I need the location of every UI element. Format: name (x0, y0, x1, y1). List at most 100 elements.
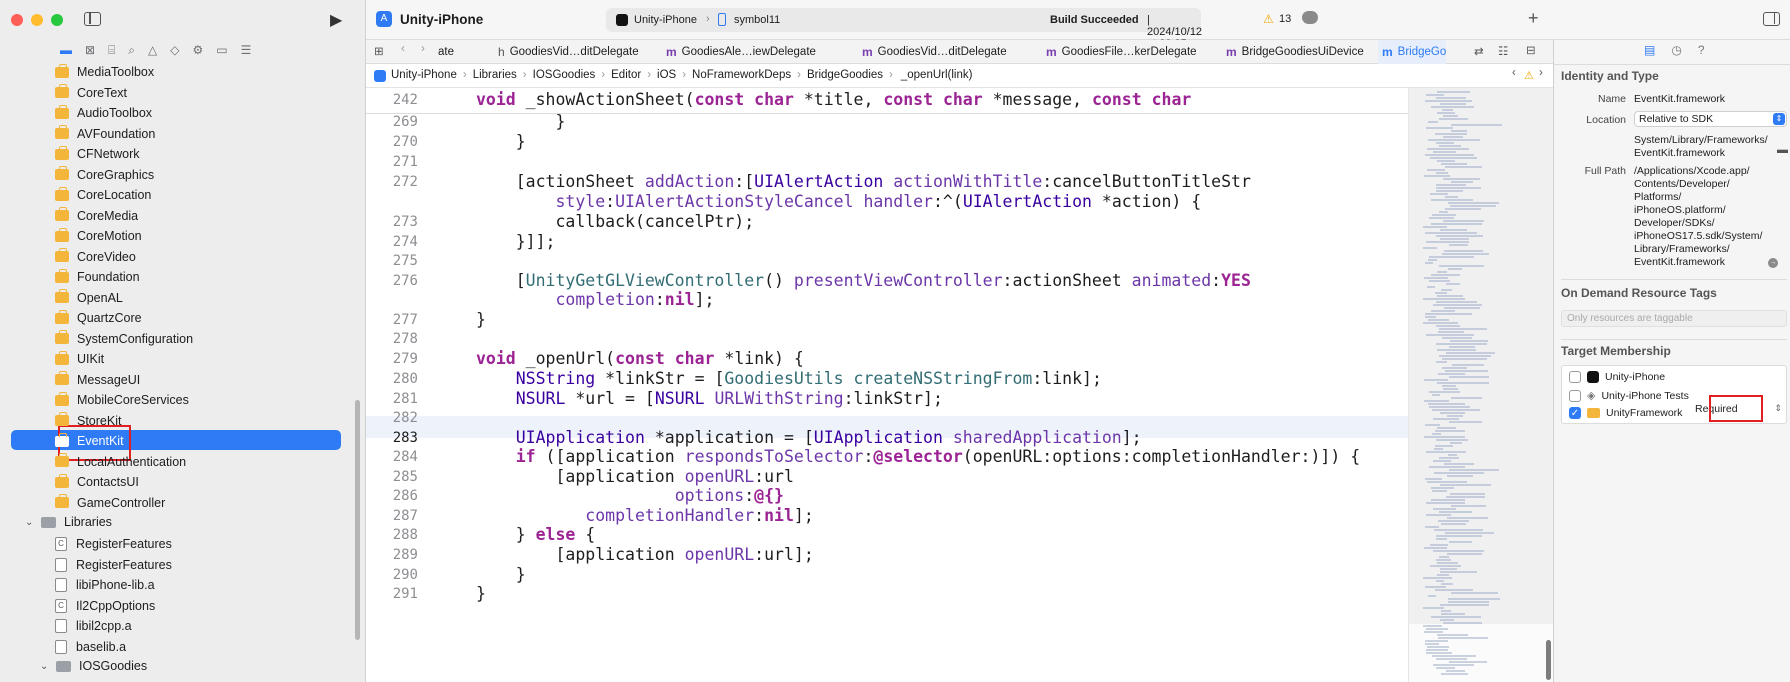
breadcrumb-item[interactable]: BridgeGoodies (807, 69, 883, 81)
chevron-down-icon[interactable]: ⌄ (40, 661, 52, 672)
editor-tab[interactable]: h GoodiesVid…ditDelegate (498, 40, 639, 64)
editor-tab[interactable]: m GoodiesVid…ditDelegate (862, 40, 1007, 64)
reveal-folder-icon[interactable]: ▬ (1777, 144, 1788, 156)
add-tab-icon[interactable]: + (1528, 8, 1539, 29)
framework-item[interactable]: CoreMedia (55, 206, 395, 226)
source-control-icon[interactable]: ⊠ (85, 43, 95, 59)
target-checkbox[interactable] (1569, 371, 1581, 383)
run-button[interactable]: ▶ (330, 10, 342, 30)
library-item[interactable]: libiPhone-lib.a (55, 575, 395, 595)
library-item[interactable]: baselib.a (55, 637, 395, 657)
target-selector[interactable]: Unity-iPhone (634, 14, 697, 26)
reveal-arrow-icon[interactable]: → (1768, 258, 1778, 268)
library-item[interactable]: C RegisterFeatures (55, 534, 395, 554)
group-iosgoodies[interactable]: ⌄ IOSGoodies (40, 656, 380, 676)
name-value[interactable]: EventKit.framework (1634, 93, 1725, 106)
close-window-button[interactable] (11, 14, 23, 26)
target-row[interactable]: Unity-iPhone (1569, 371, 1665, 383)
framework-item[interactable]: CoreText (55, 83, 395, 103)
code-line-272: [actionSheet addAction:[UIAlertAction ac… (476, 172, 1251, 191)
file-inspector-icon[interactable]: ▤ (1644, 43, 1655, 57)
framework-item[interactable]: AVFoundation (55, 124, 395, 144)
framework-item[interactable]: CoreMotion (55, 226, 395, 246)
framework-item[interactable]: CoreVideo (55, 247, 395, 267)
editor-options-icon[interactable]: ☷ (1498, 44, 1508, 58)
breadcrumb-item[interactable]: Unity-iPhone (391, 69, 457, 81)
target-checkbox-checked[interactable]: ✓ (1569, 407, 1581, 419)
framework-item[interactable]: CFNetwork (55, 144, 395, 164)
framework-item[interactable]: OpenAL (55, 288, 395, 308)
editor-scrollbar[interactable] (1546, 640, 1551, 680)
breadcrumb-item[interactable]: NoFrameworkDeps (692, 69, 791, 81)
library-item[interactable]: C Il2CppOptions (55, 596, 395, 616)
editor-tab[interactable]: ate (438, 40, 454, 64)
framework-item[interactable]: AudioToolbox (55, 103, 395, 123)
activity-bar[interactable]: Unity-iPhone › symbol11 Build Succeeded … (606, 8, 1202, 50)
framework-item[interactable]: LocalAuthentication (55, 452, 395, 472)
breakpoint-icon[interactable]: ▭ (216, 43, 227, 59)
code-line-277: } (476, 310, 486, 329)
source-editor[interactable]: 242 269 270 271 272 273 274 275 276 277 278 279 280 2… (366, 88, 1408, 682)
help-icon[interactable]: ? (1698, 43, 1705, 57)
issue-icon[interactable]: △ (148, 43, 157, 59)
test-target-icon: ◈ (1587, 390, 1596, 402)
editor-tab[interactable]: m BridgeGoodiesUiDevice (1226, 40, 1364, 64)
target-checkbox[interactable] (1569, 389, 1581, 402)
zoom-window-button[interactable] (51, 14, 63, 26)
framework-item[interactable]: CoreGraphics (55, 165, 395, 185)
history-icon[interactable]: ◷ (1671, 43, 1681, 57)
issue-nav-left-icon[interactable]: ‹ (1512, 67, 1516, 79)
minimap[interactable] (1408, 88, 1554, 682)
odr-tags-field[interactable]: Only resources are taggable (1561, 310, 1787, 327)
sidebar-toggle-icon[interactable] (84, 12, 101, 26)
report-icon[interactable]: ☰ (241, 43, 252, 59)
framework-item[interactable]: UIKit (55, 349, 395, 369)
library-item[interactable]: RegisterFeatures (55, 555, 395, 575)
objc-file-icon: m (666, 45, 677, 59)
editor-tab[interactable]: m GoodiesAle…iewDelegate (666, 40, 816, 64)
framework-item[interactable]: CoreLocation (55, 185, 395, 205)
framework-item[interactable]: ContactsUI (55, 472, 395, 492)
back-arrow-icon[interactable]: ‹ (401, 43, 405, 55)
device-selector[interactable]: symbol11 (734, 14, 780, 26)
folder-icon[interactable]: ▬ (60, 43, 72, 59)
framework-item[interactable]: QuartzCore (55, 308, 395, 328)
framework-item[interactable]: EventKit (55, 431, 395, 451)
breadcrumb-item[interactable]: iOS (657, 69, 676, 81)
cloud-icon[interactable] (1302, 11, 1318, 24)
search-icon[interactable]: ⌕ (128, 43, 135, 59)
framework-item[interactable]: StoreKit (55, 411, 395, 431)
framework-item[interactable]: SystemConfiguration (55, 329, 395, 349)
breadcrumb-item[interactable]: _openUrl(link) (899, 69, 973, 81)
group-libraries[interactable]: ⌄ Libraries (25, 512, 365, 532)
framework-item[interactable]: MobileCoreServices (55, 390, 395, 410)
warning-count[interactable]: 13 (1279, 13, 1291, 25)
target-row[interactable]: ◈ Unity-iPhone Tests (1569, 389, 1689, 402)
framework-item[interactable]: Foundation (55, 267, 395, 287)
inspector-toggle-icon[interactable] (1763, 12, 1780, 26)
breadcrumb-item[interactable]: IOSGoodies (533, 69, 596, 81)
chevron-down-icon[interactable]: ⌄ (25, 517, 37, 528)
forward-arrow-icon[interactable]: › (421, 43, 425, 55)
editor-tab[interactable]: m GoodiesFile…kerDelegate (1046, 40, 1197, 64)
breadcrumb-item[interactable]: Editor (611, 69, 641, 81)
bookmark-icon[interactable]: ⌸ (108, 43, 115, 59)
related-items-icon[interactable]: ⇄ (1474, 44, 1484, 58)
location-select[interactable]: Relative to SDK ⇕ (1634, 111, 1787, 127)
framework-item[interactable]: MessageUI (55, 370, 395, 390)
warning-icon[interactable]: ⚠ (1524, 69, 1534, 82)
target-row[interactable]: ✓ UnityFramework (1569, 407, 1682, 419)
framework-icon (55, 227, 69, 242)
minimize-window-button[interactable] (31, 14, 43, 26)
framework-item[interactable]: GameController (55, 493, 395, 513)
library-item[interactable]: libil2cpp.a (55, 616, 395, 636)
split-editor-icon[interactable]: ⊟ (1526, 43, 1536, 57)
warning-icon[interactable]: ⚠ (1263, 12, 1274, 26)
editor-tab-active[interactable]: m BridgeGoo (1378, 40, 1446, 64)
breadcrumb-item[interactable]: Libraries (473, 69, 517, 81)
debug-icon[interactable]: ⚙ (192, 43, 203, 59)
framework-item[interactable]: MediaToolbox (55, 62, 395, 82)
issue-nav-right-icon[interactable]: › (1539, 67, 1543, 79)
test-icon[interactable]: ◇ (170, 43, 179, 59)
grid-icon[interactable]: ⊞ (374, 44, 384, 58)
